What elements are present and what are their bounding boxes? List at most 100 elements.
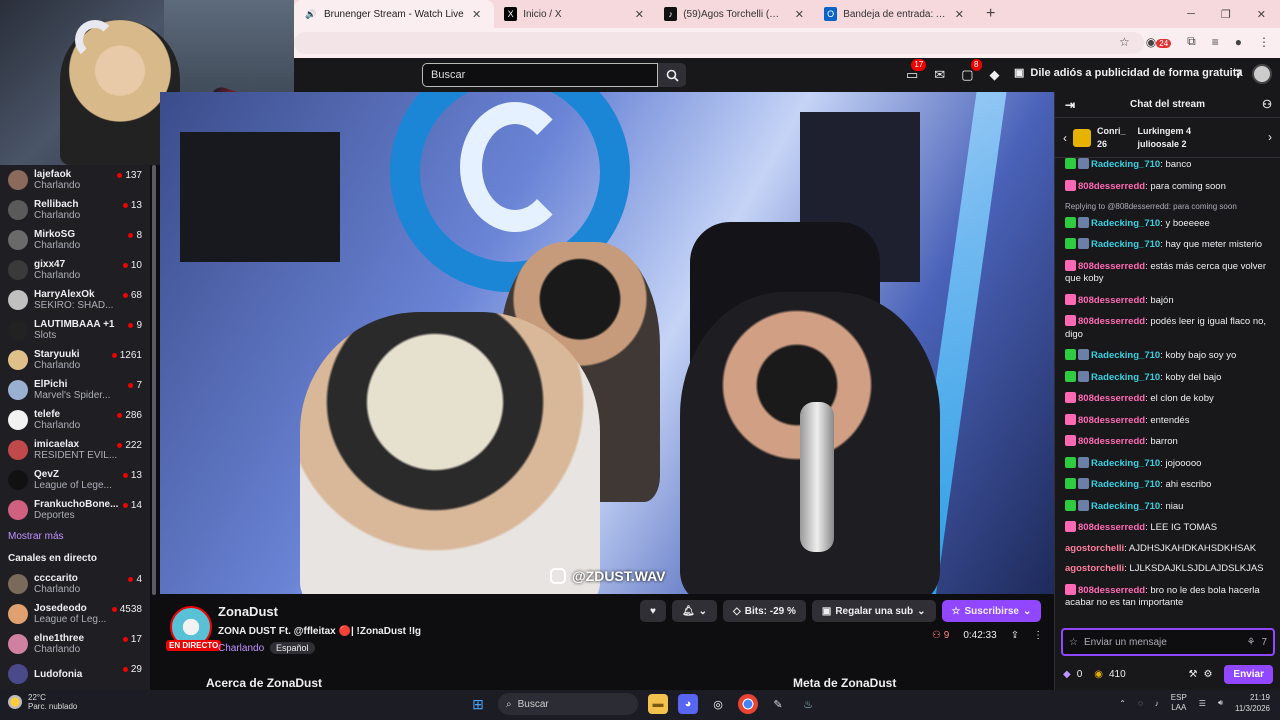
close-window-icon[interactable]: ✕ <box>1257 8 1266 21</box>
network-icon[interactable]: ◌ <box>1138 699 1143 708</box>
sidebar-channel[interactable]: Josedeodo League of Leg... 4538 <box>0 599 150 629</box>
chat-username[interactable]: agostorchelli <box>1065 543 1124 554</box>
chat-badge-icon[interactable] <box>1078 456 1089 468</box>
chevron-left-icon[interactable]: ‹ <box>1063 131 1067 145</box>
windows-start-icon[interactable]: ⊞ <box>468 694 488 714</box>
volume-icon[interactable]: 🔊︎ <box>1218 698 1223 708</box>
close-icon[interactable]: ✕ <box>635 8 644 21</box>
search-input[interactable]: Buscar <box>422 63 658 87</box>
chat-badge-icon[interactable] <box>1078 370 1089 382</box>
channel-name[interactable]: ZonaDust <box>218 604 278 619</box>
close-icon[interactable]: ✕ <box>472 8 481 21</box>
chat-username[interactable]: 808desserredd <box>1078 393 1145 404</box>
predictions-icon[interactable]: ⚒ <box>1188 669 1197 680</box>
sidebar-scrollbar[interactable] <box>150 165 158 690</box>
chat-badge-icon[interactable] <box>1065 315 1076 326</box>
chat-username[interactable]: 808desserredd <box>1078 181 1145 192</box>
chat-username[interactable]: Radecking_710 <box>1091 372 1160 383</box>
send-button[interactable]: Enviar <box>1224 664 1273 684</box>
chat-badge-icon[interactable] <box>1078 478 1089 489</box>
chat-username[interactable]: 808desserredd <box>1078 295 1145 306</box>
chevron-right-icon[interactable]: › <box>1268 130 1272 144</box>
chat-username[interactable]: agostorchelli <box>1065 563 1124 574</box>
chat-badge-icon[interactable] <box>1065 349 1076 360</box>
seventv-icon[interactable]: 7 <box>1235 67 1242 81</box>
language-indicator[interactable]: ESP LAA <box>1171 693 1187 713</box>
microphone-icon[interactable]: ♪ <box>1155 699 1159 708</box>
file-explorer-icon[interactable]: ▬ <box>648 694 668 714</box>
chat-badge-icon[interactable] <box>1065 179 1076 191</box>
puzzle-icon[interactable]: ⧉ <box>1187 34 1196 49</box>
url-field[interactable] <box>294 32 1144 54</box>
chat-badge-icon[interactable] <box>1078 158 1089 169</box>
sidebar-channel[interactable]: telefe Charlando 286 <box>0 405 150 435</box>
extension-icon[interactable]: ◉ 24 <box>1146 35 1172 49</box>
chat-username[interactable]: 808desserredd <box>1078 316 1145 327</box>
stream-category[interactable]: Charlando <box>218 643 264 654</box>
sidebar-channel[interactable]: LAUTIMBAAA +1 Slots 9 <box>0 315 150 345</box>
chat-badge-icon[interactable] <box>1065 293 1076 305</box>
seventv-icon[interactable]: 7 <box>1261 637 1267 648</box>
gift-sub-button[interactable]: ▣ Regalar una sub ⌄ <box>811 600 936 622</box>
inbox-icon[interactable]: ▭ 17 <box>906 59 927 83</box>
sidebar-channel[interactable]: MirkoSG Charlando 8 <box>0 225 150 255</box>
chat-username[interactable]: 808desserredd <box>1078 522 1145 533</box>
language-tag[interactable]: Español <box>270 642 315 654</box>
mail-icon[interactable]: ✉ <box>934 67 945 83</box>
bits-button[interactable]: ◇ Bits: -29 % <box>723 600 806 622</box>
tab-twitter[interactable]: X Inicio / X ✕ <box>494 0 654 28</box>
chat-badge-icon[interactable] <box>1065 238 1076 249</box>
chat-badge-icon[interactable] <box>1078 499 1089 511</box>
chat-badge-icon[interactable] <box>1065 521 1076 532</box>
whispers-icon[interactable]: ▢ 8 <box>961 59 982 83</box>
chat-username[interactable]: 808desserredd <box>1078 585 1145 596</box>
minimize-icon[interactable]: ─ <box>1187 8 1195 20</box>
sidebar-channel[interactable]: FrankuchoBone... Deportes 14 <box>0 495 150 525</box>
chat-badge-icon[interactable] <box>1065 392 1076 403</box>
chat-badge-icon[interactable] <box>1065 456 1076 468</box>
weather-widget[interactable]: 22°C Parc. nublado <box>8 693 77 711</box>
chat-badge-icon[interactable] <box>1065 435 1076 446</box>
close-icon[interactable]: ✕ <box>795 8 804 21</box>
chat-badge-icon[interactable] <box>1078 216 1089 228</box>
chat-username[interactable]: Radecking_710 <box>1091 159 1160 170</box>
chrome-icon[interactable] <box>738 694 758 714</box>
chat-badge-icon[interactable] <box>1065 413 1076 425</box>
chat-badge-icon[interactable] <box>1065 259 1076 271</box>
chat-username[interactable]: Radecking_710 <box>1091 218 1160 229</box>
bits-balance[interactable]: 0 <box>1077 669 1083 680</box>
share-icon[interactable]: ⇪ <box>1011 630 1019 641</box>
sidebar-channel[interactable]: ccccarito Charlando 4 <box>0 569 150 599</box>
sidebar-channel[interactable]: QevZ League of Lege... 13 <box>0 465 150 495</box>
sidebar-channel[interactable]: Rellibach Charlando 13 <box>0 195 150 225</box>
tab-tiktok[interactable]: ♪ (59)Agos Torchelli (@agostorch ✕ <box>654 0 814 28</box>
collapse-chat-icon[interactable]: ⇥ <box>1065 98 1075 112</box>
emote-picker-icon[interactable]: ☆ <box>1069 637 1078 648</box>
chat-badge-icon[interactable] <box>1065 583 1076 595</box>
chat-badge-icon[interactable] <box>1065 158 1076 169</box>
chat-username[interactable]: 808desserredd <box>1078 436 1145 447</box>
chat-username[interactable]: Radecking_710 <box>1091 350 1160 361</box>
steam-icon[interactable]: ♨ <box>798 694 818 714</box>
sidebar-channel[interactable]: elne1three Charlando 17 <box>0 629 150 659</box>
chat-username[interactable]: Radecking_710 <box>1091 501 1160 512</box>
playlist-icon[interactable]: ≡ <box>1212 35 1219 49</box>
search-button[interactable] <box>658 63 686 87</box>
video-player[interactable]: @ZDUST.WAV <box>160 92 1054 594</box>
chevron-up-icon[interactable]: ⌃ <box>1119 699 1126 708</box>
tab-outlook[interactable]: O Bandeja de entrada: Agostina t ✕ <box>814 0 974 28</box>
new-tab-button[interactable]: + <box>986 5 995 23</box>
users-icon[interactable]: ⚇ <box>1262 98 1272 111</box>
chat-badge-icon[interactable] <box>1078 349 1089 360</box>
chat-badge-icon[interactable] <box>1078 238 1089 249</box>
profile-icon[interactable]: ● <box>1235 35 1242 49</box>
chat-badge-icon[interactable] <box>1065 370 1076 382</box>
sidebar-channel[interactable]: gixx47 Charlando 10 <box>0 255 150 285</box>
obs-icon[interactable]: ✎ <box>768 694 788 714</box>
bits-cheer-icon[interactable]: ⚘ <box>1246 637 1255 648</box>
chat-username[interactable]: Radecking_710 <box>1091 239 1160 250</box>
wifi-icon[interactable]: ☰ <box>1199 699 1206 708</box>
audio-icon[interactable]: 🔊 <box>304 7 318 21</box>
follow-button[interactable]: ♥ <box>640 600 666 622</box>
sidebar-channel[interactable]: Staryuuki Charlando 1261 <box>0 345 150 375</box>
